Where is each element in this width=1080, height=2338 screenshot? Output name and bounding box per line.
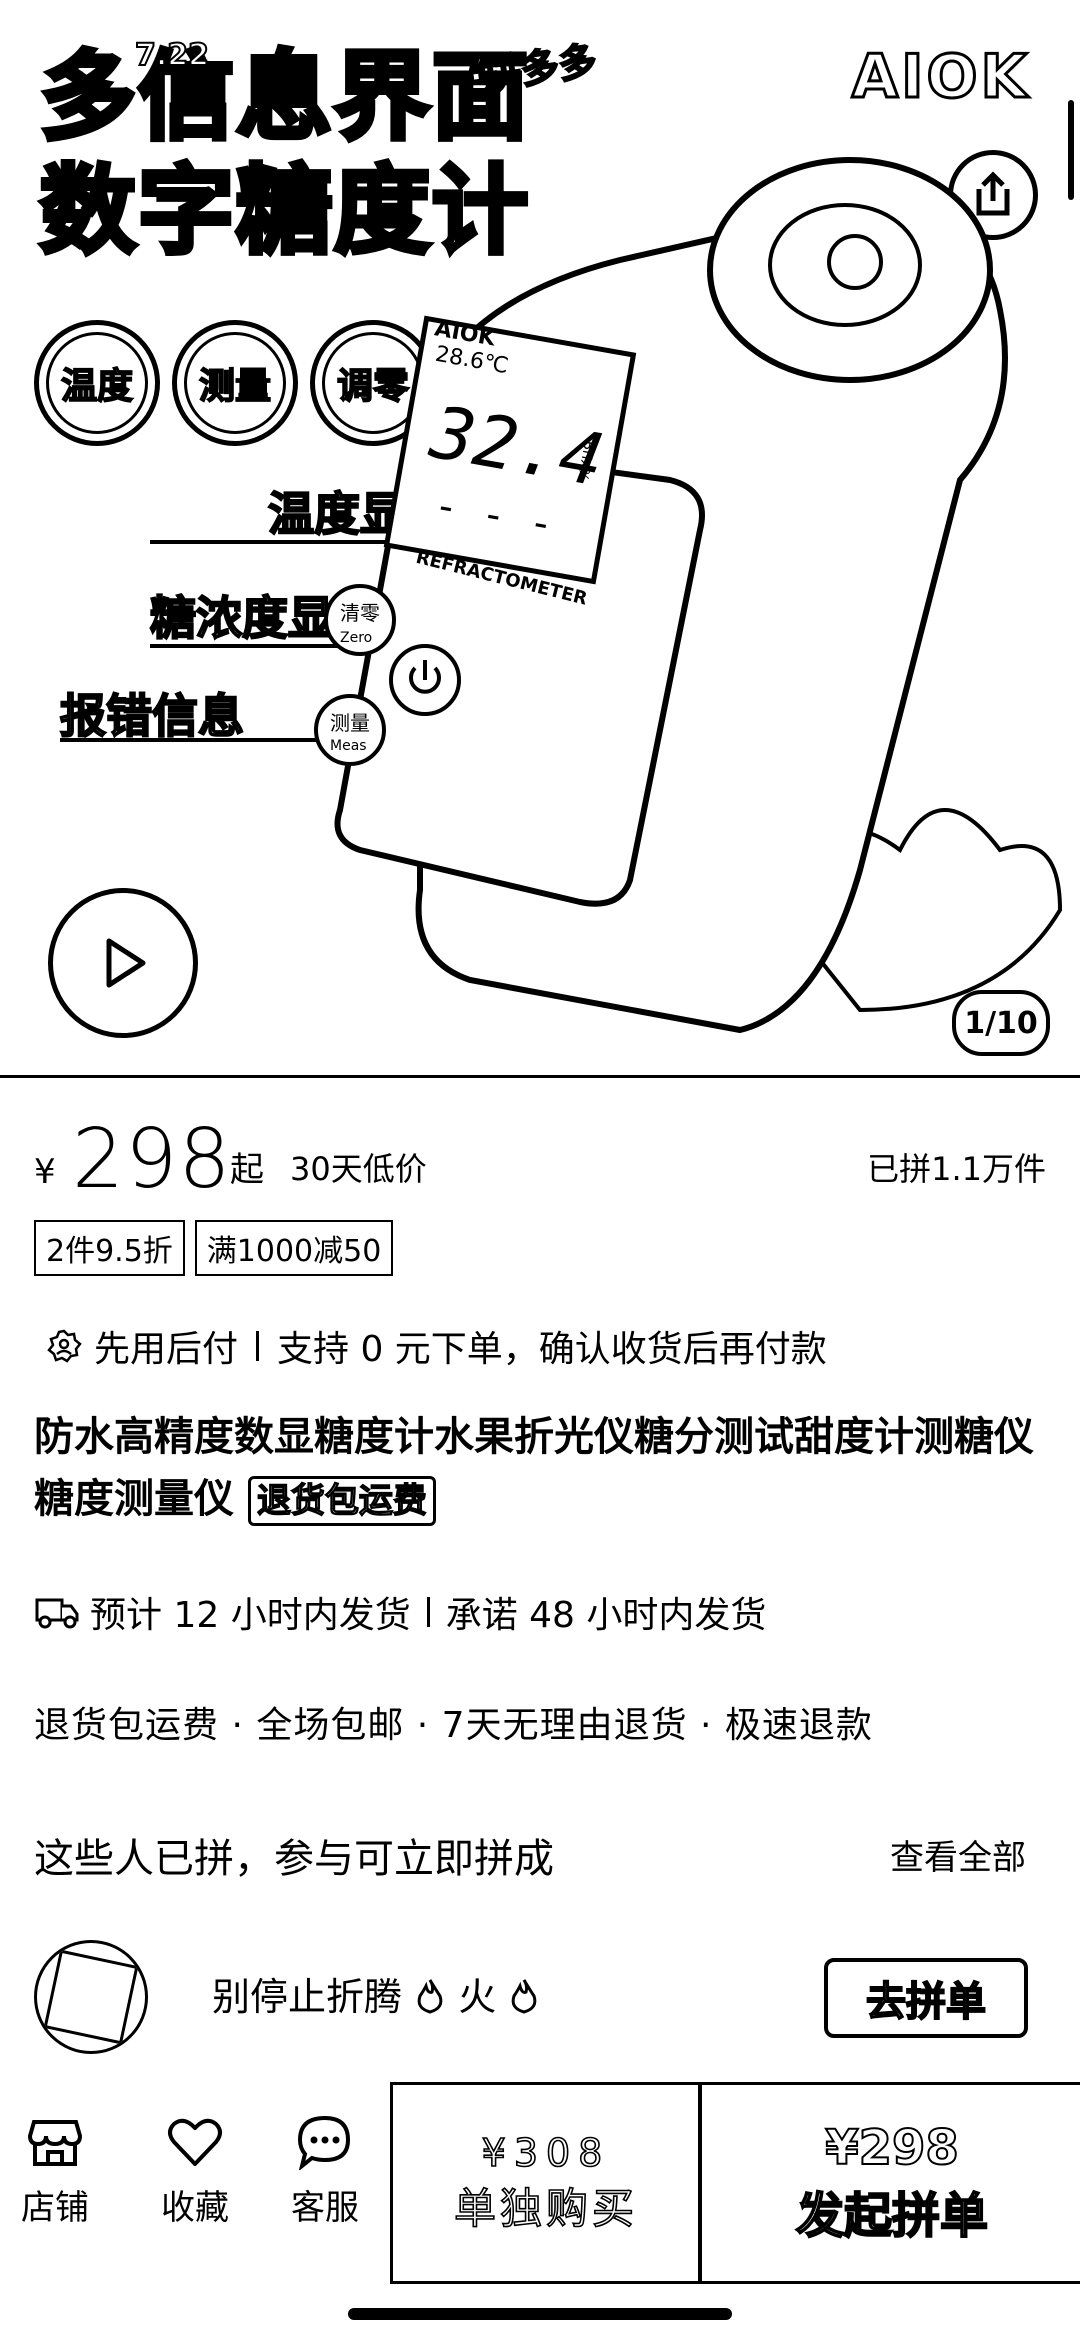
pay-later-icon — [47, 1329, 82, 1363]
promo-tags: 2件9.5折 满1000减50 — [34, 1220, 394, 1276]
price-suffix: 起 — [230, 1150, 264, 1190]
promo-tag[interactable]: 满1000减50 — [194, 1220, 394, 1276]
promo-date: 7.22 — [134, 37, 210, 74]
group-buy-item: 别停止折腾 火 去拼单 — [34, 1940, 1046, 2054]
group-price: ¥298 — [824, 2119, 960, 2177]
chat-icon — [297, 2115, 351, 2170]
start-group-button[interactable]: ¥298 发起拼单 — [698, 2082, 1080, 2284]
play-video-button[interactable] — [48, 888, 198, 1038]
avatar — [34, 1940, 148, 2054]
customer-service-label: 客服 — [291, 2188, 359, 2228]
shipping-row[interactable]: 预计 12 小时内发货 承诺 48 小时内发货 — [34, 1586, 766, 1638]
group-buy-header: 这些人已拼，参与可立即拼成 查看全部 — [34, 1826, 1046, 1886]
hero-title-line1: 多信息界面 — [38, 39, 531, 156]
pay-later-desc: 支持 0 元下单，确认收货后再付款 — [277, 1329, 827, 1370]
device-measure-label: 测量 — [330, 711, 370, 735]
join-group-button[interactable]: 去拼单 — [824, 1958, 1028, 2038]
product-image-carousel[interactable]: 多信息界面 数字糖度计 7.22 ·拼多多 AIOK 温度 测量 调零 温度显示… — [0, 0, 1080, 1078]
bottom-action-bar: 店铺 收藏 客服 ¥308 单独购买 ¥298 发起拼单 — [0, 2078, 1080, 2284]
single-label: 单独购买 — [453, 2183, 638, 2234]
group-buy-title: 这些人已拼，参与可立即拼成 — [34, 1836, 554, 1882]
store-button[interactable]: 店铺 — [0, 2114, 110, 2229]
view-all-link[interactable]: 查看全部 — [890, 1830, 1026, 1879]
product-title-text: 防水高精度数显糖度计水果折光仪糖分测试甜度计测糖仪糖度测量仪 — [34, 1414, 1034, 1522]
price-currency: ¥ — [34, 1152, 56, 1192]
callout-error: 报错信息 — [59, 688, 245, 744]
customer-service-button[interactable]: 客服 — [270, 2114, 380, 2229]
product-title: 防水高精度数显糖度计水果折光仪糖分测试甜度计测糖仪糖度测量仪 退货包运费 — [34, 1406, 1054, 1530]
group-user-name: 别停止折腾 — [212, 1975, 403, 2019]
feature-measure-label: 测量 — [198, 365, 272, 408]
sold-count: 已拼1.1万件 — [867, 1150, 1046, 1188]
feature-temp-label: 温度 — [60, 365, 134, 408]
device-zero-label: 清零 — [340, 601, 380, 625]
device-zero-sub: Zero — [340, 630, 372, 646]
low-price-label: 30天低价 — [290, 1150, 427, 1188]
group-user-name-2: 火 — [458, 1975, 497, 2019]
buy-alone-button[interactable]: ¥308 单独购买 — [390, 2082, 702, 2284]
refractometer-illustration: AIOK 28.6℃ 32.4 Brix% - - - REFRACTOMETE… — [314, 157, 1063, 1034]
divider — [256, 1331, 260, 1361]
price-amount: 298 — [72, 1112, 232, 1207]
store-label: 店铺 — [21, 2188, 89, 2228]
store-icon — [27, 2120, 83, 2166]
shipping-promise: 承诺 48 小时内发货 — [445, 1595, 767, 1636]
service-guarantees[interactable]: 退货包运费 · 全场包邮 · 7天无理由退货 · 极速退款 — [34, 1696, 873, 1748]
truck-icon — [35, 1598, 79, 1629]
image-pager: 1/10 — [952, 990, 1050, 1056]
favorite-button[interactable]: 收藏 — [140, 2114, 250, 2229]
heart-icon — [168, 2118, 222, 2166]
divider — [426, 1597, 430, 1627]
home-indicator[interactable] — [348, 2308, 732, 2320]
single-price: ¥308 — [481, 2130, 611, 2176]
feature-temp: 温度 — [34, 320, 160, 446]
play-icon — [106, 938, 146, 988]
brand-logo: AIOK — [850, 41, 1030, 114]
favorite-label: 收藏 — [161, 2188, 229, 2228]
group-label: 发起拼单 — [795, 2187, 989, 2245]
pay-later-row[interactable]: 先用后付 支持 0 元下单，确认收货后再付款 — [46, 1320, 827, 1372]
promo-tag[interactable]: 2件9.5折 — [34, 1220, 185, 1276]
feature-measure: 测量 — [172, 320, 298, 446]
device-measure-sub: Meas — [330, 738, 367, 754]
shipping-estimate: 预计 12 小时内发货 — [90, 1595, 411, 1636]
price-row: ¥ 298 起 30天低价 已拼1.1万件 — [34, 1108, 1046, 1207]
return-shipping-badge: 退货包运费 — [247, 1476, 436, 1526]
pay-later-title: 先用后付 — [94, 1329, 239, 1370]
fire-icon — [417, 1979, 443, 2014]
fire-icon — [511, 1979, 537, 2014]
group-user-text: 别停止折腾 火 — [212, 1966, 540, 2021]
